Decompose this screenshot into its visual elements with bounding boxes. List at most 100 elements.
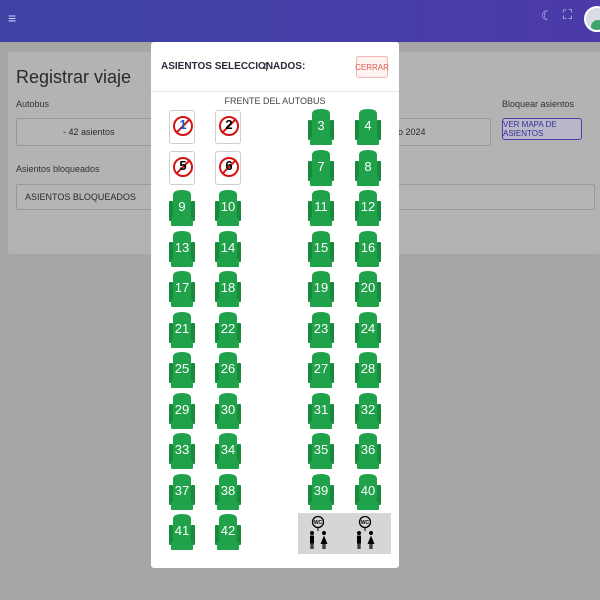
seat-15[interactable]: 15 [308,230,334,268]
seat-number: 1 [179,117,187,132]
seat-number: 16 [360,239,376,255]
seat-number: 11 [314,199,328,214]
modal-header: ASIENTOS SELECCIONADOS: 4 CERRAR [151,42,399,92]
seat-16[interactable]: 16 [355,230,381,268]
blocked-seats-input-ext[interactable] [395,184,595,210]
bus-label: Autobus [16,99,50,109]
dark-mode-icon[interactable]: ☾ [541,8,553,24]
restroom-icon: WC [357,515,375,549]
svg-text:WC: WC [314,520,323,526]
seat-7[interactable]: 7 [308,149,334,187]
seat-35[interactable]: 35 [308,432,334,470]
restroom-icon: WC [310,515,328,549]
seat-13[interactable]: 13 [169,230,195,268]
seat-22[interactable]: 22 [215,311,241,349]
seat-number: 18 [220,280,236,295]
seat-number: 15 [313,239,329,255]
seat-number: 33 [174,442,190,457]
blocked-seat-5[interactable]: 5 [169,150,195,185]
seat-25[interactable]: 25 [169,351,195,389]
svg-text:WC: WC [361,520,370,526]
close-button[interactable]: CERRAR [355,56,389,78]
seat-21[interactable]: 21 [169,311,195,349]
seat-36[interactable]: 36 [355,432,381,470]
seat-20[interactable]: 20 [355,270,381,308]
seat-number: 9 [178,199,186,214]
seat-number: 19 [313,280,329,295]
seat-41[interactable]: 41 [169,513,195,551]
bus-front-label: FRENTE DEL AUTOBUS [224,96,326,106]
blocked-seat-2[interactable]: 2 [215,110,241,144]
seat-number: 31 [313,401,329,417]
seat-38[interactable]: 38 [215,473,241,511]
page-title: Registrar viaje [16,67,132,87]
seat-26[interactable]: 26 [215,351,241,389]
menu-icon[interactable]: ≡ [8,10,16,26]
block-seats-label: Bloquear asientos [502,99,575,109]
seat-32[interactable]: 32 [355,392,381,430]
seat-3[interactable]: 3 [308,108,334,146]
selected-count: 4 [262,60,269,74]
restroom: WC WC [298,513,391,554]
seat-number: 29 [174,401,190,417]
avatar[interactable] [584,6,600,32]
view-seat-map-button[interactable]: VER MAPA DE ASIENTOS [502,118,582,140]
seat-number: 38 [220,482,236,498]
seat-28[interactable]: 28 [355,351,381,389]
seat-number: 12 [360,199,376,214]
seat-4[interactable]: 4 [355,108,381,146]
seat-37[interactable]: 37 [169,473,195,511]
seat-number: 4 [364,118,372,133]
bus-select[interactable]: - 42 asientos [16,118,156,146]
seat-14[interactable]: 14 [215,230,241,268]
seat-10[interactable]: 10 [215,189,241,227]
seat-34[interactable]: 34 [215,432,241,470]
seat-9[interactable]: 9 [169,189,195,227]
seat-number: 5 [179,157,187,173]
blocked-seat-6[interactable]: 6 [215,150,241,185]
seat-24[interactable]: 24 [355,311,381,349]
seat-30[interactable]: 30 [215,392,241,430]
seat-number: 14 [220,239,236,255]
seat-number: 40 [360,482,376,498]
seat-17[interactable]: 17 [169,270,195,308]
seat-number: 22 [220,320,236,336]
seat-31[interactable]: 31 [308,392,334,430]
seat-number: 27 [313,361,329,376]
seat-number: 26 [220,361,236,376]
seat-40[interactable]: 40 [355,473,381,511]
blocked-seat-1[interactable]: 1 [169,110,195,144]
seat-number: 8 [364,158,372,174]
seat-number: 3 [317,118,325,133]
seat-27[interactable]: 27 [308,351,334,389]
seat-map-modal: ASIENTOS SELECCIONADOS: 4 CERRAR FRENTE … [151,42,399,568]
seat-number: 32 [360,401,376,417]
seat-number: 23 [313,320,329,336]
seat-number: 7 [317,158,325,174]
date-field[interactable]: o 2024 [395,118,491,146]
fullscreen-icon[interactable]: ⛶ [563,7,572,23]
seat-8[interactable]: 8 [355,149,381,187]
seat-number: 20 [360,280,376,295]
seat-number: 13 [174,239,190,255]
seat-number: 41 [174,523,190,538]
seat-29[interactable]: 29 [169,392,195,430]
seat-number: 25 [174,361,190,376]
blocked-seats-input[interactable]: ASIENTOS BLOQUEADOS [16,184,156,210]
seat-18[interactable]: 18 [215,270,241,308]
seat-number: 42 [220,523,236,538]
seat-number: 30 [220,401,236,417]
seat-39[interactable]: 39 [308,473,334,511]
seat-33[interactable]: 33 [169,432,195,470]
seat-number: 39 [313,482,329,498]
seat-number: 6 [225,157,233,173]
seat-number: 2 [225,117,233,132]
seat-11[interactable]: 11 [308,189,334,227]
seat-12[interactable]: 12 [355,189,381,227]
top-bar: ≡ ☾ ⛶ [0,0,600,42]
seat-23[interactable]: 23 [308,311,334,349]
seat-number: 36 [360,442,376,457]
seat-number: 24 [360,320,376,336]
seat-19[interactable]: 19 [308,270,334,308]
seat-42[interactable]: 42 [215,513,241,551]
